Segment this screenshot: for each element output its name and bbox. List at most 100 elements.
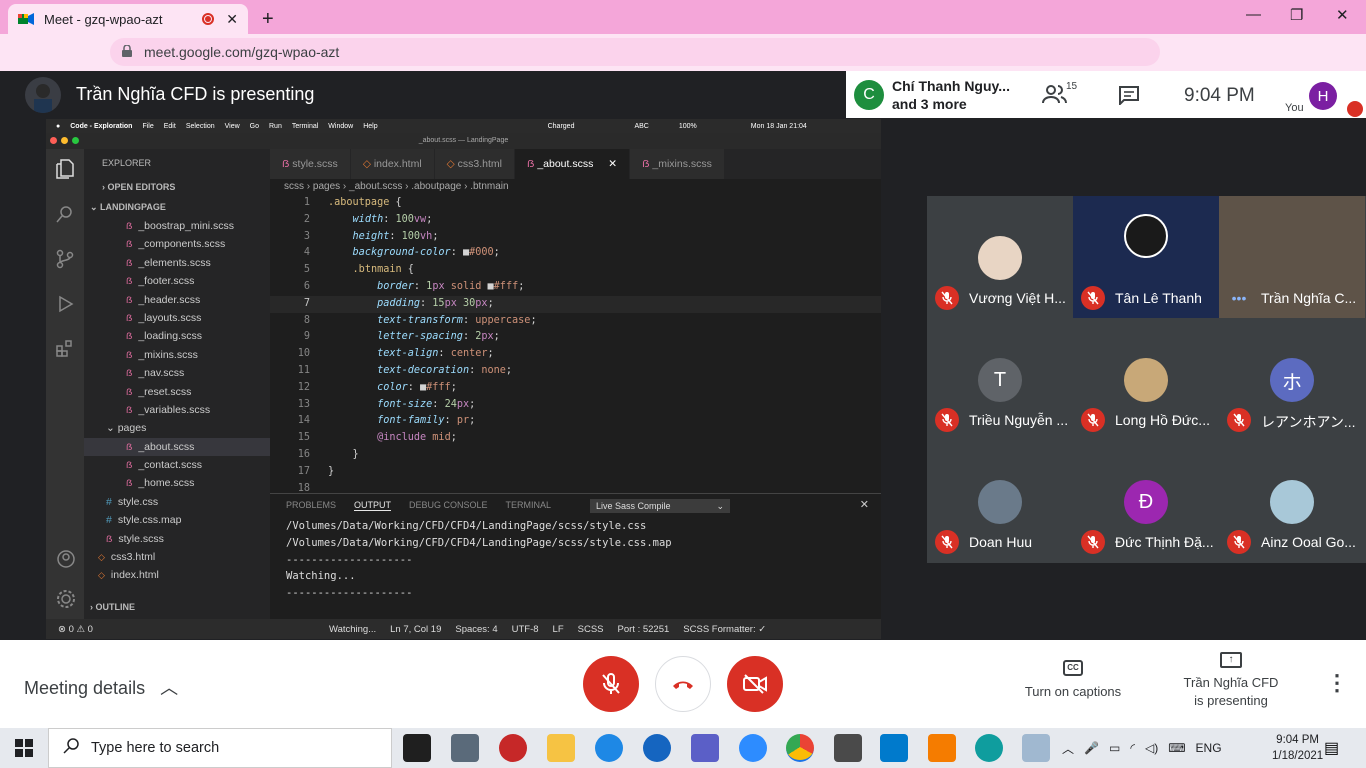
people-icon[interactable] [1042, 83, 1068, 110]
close-tab-icon[interactable]: ✕ [608, 158, 617, 170]
url-field[interactable]: meet.google.com/gzq-wpao-azt [110, 38, 1160, 66]
xampp-app-icon[interactable] [928, 734, 956, 762]
edge-app-icon[interactable] [595, 734, 623, 762]
close-window-button[interactable]: ✕ [1336, 6, 1349, 24]
file-name: css3.html [110, 551, 156, 564]
cmd-app-icon[interactable] [403, 734, 431, 762]
file-item[interactable]: ◇ index.html [84, 566, 270, 584]
taskbar-clock[interactable]: 9:04 PM 1/18/2021 [1272, 732, 1323, 764]
edge-dev-app-icon[interactable] [975, 734, 1003, 762]
taskbar-search[interactable]: Type here to search [48, 728, 392, 768]
file-item[interactable]: ẞ _components.scss [84, 235, 270, 253]
minimize-button[interactable]: — [1246, 6, 1261, 23]
file-item[interactable]: ẞ _nav.scss [84, 364, 270, 382]
leave-call-button[interactable] [655, 656, 711, 712]
cursor-position[interactable]: Ln 7, Col 19 [390, 624, 441, 635]
participant-tile[interactable]: Đ Đức Thịnh Đặ... [1073, 440, 1219, 562]
teams-app-icon[interactable] [691, 734, 719, 762]
folder-pages[interactable]: ⌄ pages [84, 419, 270, 437]
participant-tile[interactable]: ホレアンホアン... [1219, 318, 1365, 440]
code-editor[interactable]: 1 .aboutpage { 2 width: 100vw; 3 height: … [270, 195, 881, 495]
close-panel-icon[interactable]: ✕ [860, 498, 869, 511]
file-item[interactable]: # style.css [84, 493, 270, 511]
chevron-up-icon[interactable]: ︿ [1062, 740, 1074, 757]
encoding[interactable]: UTF-8 [512, 624, 539, 635]
sass-watch-status[interactable]: Watching... [329, 624, 376, 635]
camera-toggle-button[interactable] [727, 656, 783, 712]
participant-tile[interactable]: Tân Lê Thanh [1073, 196, 1219, 318]
editor-tab[interactable]: ◇ css3.html [434, 149, 516, 179]
tab-label: css3.html [457, 158, 503, 170]
maximize-button[interactable]: ❐ [1290, 6, 1303, 24]
maps-app-icon[interactable] [643, 734, 671, 762]
participant-avatar: Đ [1124, 480, 1168, 524]
file-item[interactable]: ẞ _elements.scss [84, 254, 270, 272]
volume-icon[interactable]: ◁) [1145, 741, 1158, 755]
panel-tab[interactable]: PROBLEMS [286, 500, 336, 510]
file-item[interactable]: ẞ _home.scss [84, 474, 270, 492]
chrome-app-icon[interactable] [786, 734, 814, 762]
participant-tile[interactable]: Long Hồ Đức... [1073, 318, 1219, 440]
participant-tile[interactable]: Vương Việt H... [927, 196, 1073, 318]
windows-start-button[interactable] [0, 728, 48, 768]
more-options-button[interactable]: ⋮ [1326, 670, 1348, 696]
participant-tile[interactable]: T Triều Nguyễn ... [927, 318, 1073, 440]
captions-button[interactable]: CC Turn on captions [1010, 660, 1136, 699]
wifi-icon[interactable]: ◜ [1130, 741, 1135, 755]
file-item[interactable]: ẞ _variables.scss [84, 401, 270, 419]
meeting-details-button[interactable]: Meeting details ︿ [24, 674, 178, 700]
calculator-app-icon[interactable] [451, 734, 479, 762]
editor-tab-active[interactable]: ẞ _about.scss ✕ [515, 149, 631, 179]
file-item[interactable]: ẞ _reset.scss [84, 383, 270, 401]
vscode-app-icon[interactable] [880, 734, 908, 762]
language-mode[interactable]: SCSS [578, 624, 604, 635]
file-item-active[interactable]: ẞ _about.scss [84, 437, 270, 457]
zoom-app-icon[interactable] [739, 734, 767, 762]
notifications-icon[interactable]: ▤ [1324, 738, 1339, 758]
garena-app-icon[interactable] [499, 734, 527, 762]
file-item[interactable]: ẞstyle.scss [84, 530, 270, 548]
formatter-status[interactable]: SCSS Formatter: ✓ [683, 624, 766, 635]
microphone-icon[interactable]: 🎤 [1084, 741, 1099, 755]
panel-tab[interactable]: DEBUG CONSOLE [409, 500, 488, 510]
file-item[interactable]: ẞ _header.scss [84, 291, 270, 309]
keyboard-icon[interactable]: ⌨ [1168, 741, 1185, 755]
chat-icon[interactable] [1118, 85, 1140, 110]
battery-icon[interactable]: ▭ [1109, 741, 1120, 755]
language-indicator[interactable]: ENG [1196, 741, 1222, 755]
panel-tab[interactable]: TERMINAL [506, 500, 552, 510]
participant-tile[interactable]: ••• Trần Nghĩa C... [1219, 196, 1365, 318]
store-app-icon[interactable] [834, 734, 862, 762]
file-item[interactable]: ẞ _contact.scss [84, 456, 270, 474]
live-server-port[interactable]: Port : 52251 [618, 624, 670, 635]
eol-setting[interactable]: LF [553, 624, 564, 635]
open-editors-section[interactable]: › OPEN EDITORS [84, 177, 270, 197]
new-tab-button[interactable]: + [262, 8, 274, 31]
file-explorer-icon[interactable] [547, 734, 575, 762]
file-item[interactable]: ẞ _boostrap_mini.scss [84, 217, 270, 235]
editor-tab[interactable]: ẞ _mixins.scss [630, 149, 725, 179]
mic-toggle-button[interactable] [583, 656, 639, 712]
participant-tile[interactable]: Ainz Ooal Go... [1219, 440, 1365, 562]
indent-setting[interactable]: Spaces: 4 [455, 624, 497, 635]
editor-tab[interactable]: ẞ style.scss [270, 149, 351, 179]
file-item[interactable]: # style.css.map [84, 511, 270, 529]
project-folder[interactable]: ⌄ LANDINGPAGE [84, 197, 270, 217]
file-item[interactable]: ẞ _layouts.scss [84, 309, 270, 327]
file-item[interactable]: ẞ _loading.scss [84, 327, 270, 345]
breadcrumb[interactable]: scss › pages › _about.scss › .aboutpage … [284, 181, 509, 192]
file-item[interactable]: ẞ _footer.scss [84, 272, 270, 290]
file-item[interactable]: ẞ _mixins.scss [84, 346, 270, 364]
output-channel-select[interactable]: Live Sass Compile ⌄ [590, 499, 730, 513]
problems-count[interactable]: ⊗ 0 ⚠ 0 [58, 624, 93, 635]
outline-section[interactable]: › OUTLINE [84, 597, 135, 617]
browser-tab[interactable]: Meet - gzq-wpao-azt ✕ [8, 4, 248, 34]
project-label: LANDINGPAGE [100, 202, 166, 212]
file-item[interactable]: ◇ css3.html [84, 548, 270, 566]
paint-app-icon[interactable] [1022, 734, 1050, 762]
panel-tab-active[interactable]: OUTPUT [354, 500, 392, 511]
participant-tile[interactable]: Doan Huu [927, 440, 1073, 562]
close-tab-icon[interactable]: ✕ [226, 11, 238, 28]
editor-tab[interactable]: ◇ index.html [350, 149, 435, 179]
presenting-button[interactable]: ↑ Trần Nghĩa CFD is presenting [1170, 652, 1292, 710]
